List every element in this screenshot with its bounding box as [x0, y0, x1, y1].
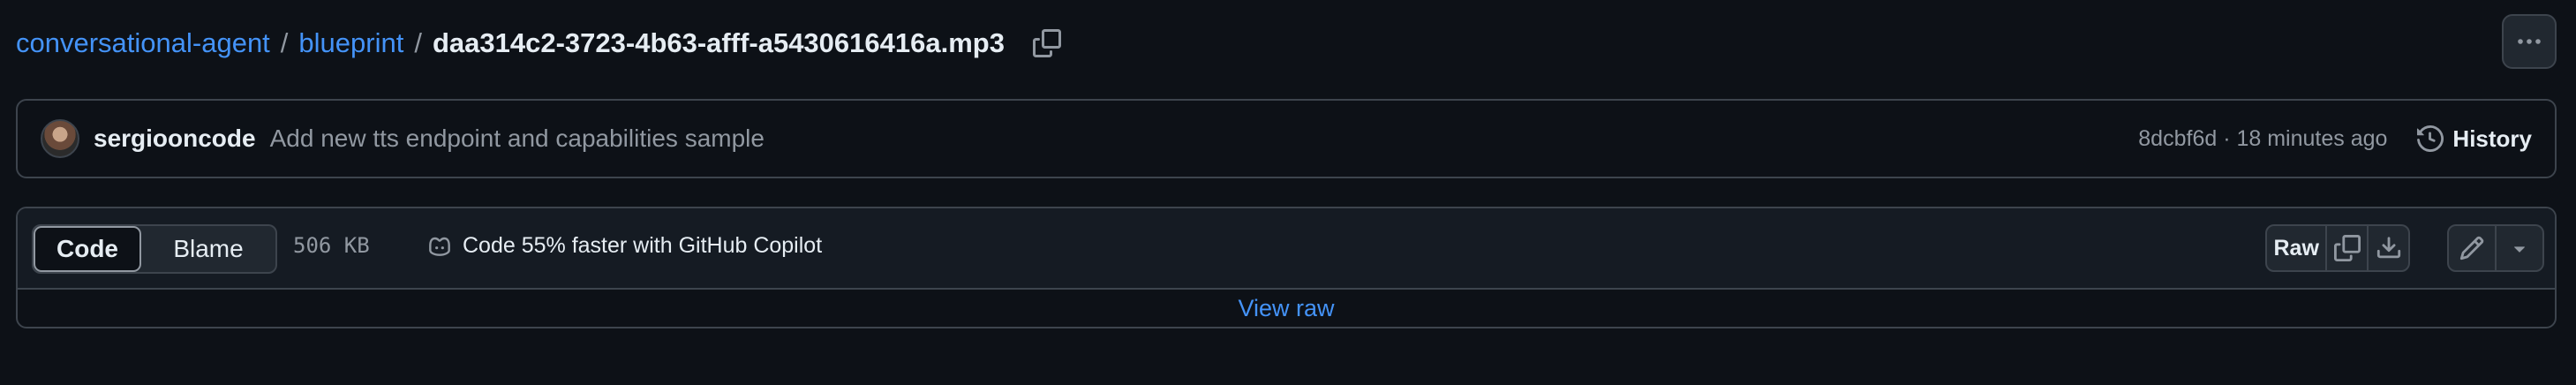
triangle-down-icon [2514, 246, 2525, 253]
breadcrumb: conversational-agent / blueprint / daa31… [16, 23, 1065, 64]
commit-meta-group: 8dcbf6d · 18 minutes ago History [2138, 125, 2532, 153]
breadcrumb-repo-link[interactable]: conversational-agent [16, 27, 270, 59]
file-actions-group: Raw [2265, 224, 2410, 272]
history-button[interactable]: History [2417, 125, 2532, 153]
kebab-icon [2518, 39, 2541, 44]
view-raw-link[interactable]: View raw [18, 288, 2555, 328]
history-label: History [2452, 125, 2532, 152]
copy-icon [1032, 29, 1061, 57]
breadcrumb-separator: / [280, 27, 289, 58]
file-size: 506 KB [293, 233, 370, 258]
commit-message[interactable]: Add new tts endpoint and capabilities sa… [270, 125, 765, 153]
copy-path-button[interactable] [1029, 26, 1065, 61]
avatar[interactable] [41, 119, 79, 158]
copy-raw-button[interactable] [2325, 226, 2367, 270]
history-icon [2417, 125, 2444, 152]
tab-blame[interactable]: Blame [141, 226, 275, 272]
edit-file-button[interactable] [2449, 226, 2495, 270]
breadcrumb-file-name: daa314c2-3723-4b63-afff-a5430616416a.mp3 [432, 27, 1005, 58]
pencil-icon [2459, 236, 2484, 260]
tab-code[interactable]: Code [34, 226, 141, 272]
copy-icon [2333, 235, 2361, 261]
download-icon [2376, 237, 2400, 259]
copilot-promo-link[interactable]: Code 55% faster with GitHub Copilot [426, 231, 822, 260]
edit-actions-group [2447, 224, 2544, 272]
commit-author[interactable]: sergiooncode [94, 125, 256, 153]
more-options-button[interactable] [2502, 14, 2557, 69]
copilot-icon [429, 237, 450, 256]
breadcrumb-folder-link[interactable]: blueprint [298, 27, 403, 59]
file-view: Code Blame 506 KB Code 55% faster with G… [16, 207, 2557, 328]
file-header: Code Blame 506 KB Code 55% faster with G… [18, 208, 2555, 290]
raw-button[interactable]: Raw [2267, 226, 2325, 270]
view-mode-toggle: Code Blame [32, 224, 277, 274]
breadcrumb-separator: / [414, 27, 422, 58]
copilot-promo-text: Code 55% faster with GitHub Copilot [463, 232, 823, 258]
commit-meta[interactable]: 8dcbf6d · 18 minutes ago [2138, 126, 2387, 152]
download-button[interactable] [2367, 226, 2408, 270]
edit-options-dropdown[interactable] [2495, 226, 2542, 270]
latest-commit-bar: sergiooncode Add new tts endpoint and ca… [16, 99, 2557, 178]
